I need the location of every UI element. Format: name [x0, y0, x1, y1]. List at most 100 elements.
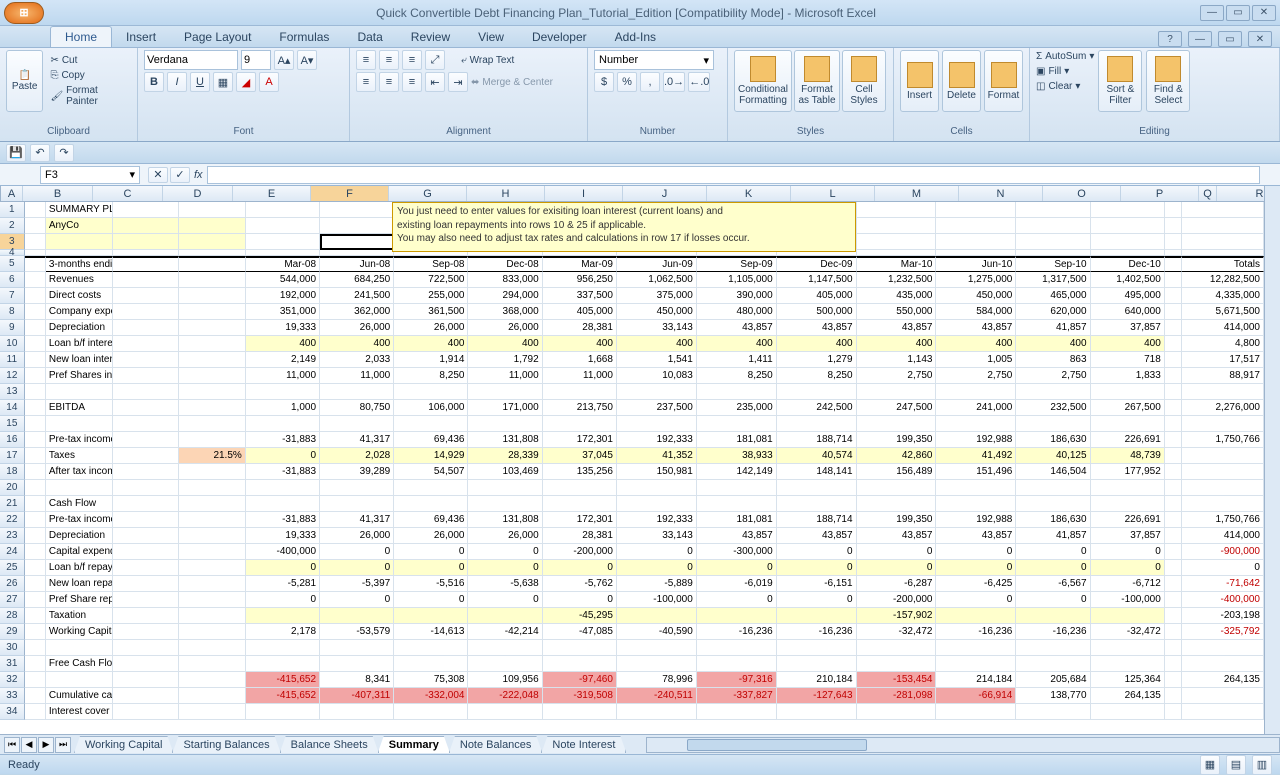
cell[interactable]: 109,956 — [468, 672, 542, 688]
cell[interactable] — [246, 656, 320, 672]
cell[interactable]: 26,000 — [394, 528, 468, 544]
cell[interactable] — [617, 416, 697, 432]
align-right-button[interactable]: ≡ — [402, 72, 422, 92]
cell[interactable]: Depreciation — [46, 320, 113, 336]
cell[interactable]: 192,988 — [936, 432, 1016, 448]
orientation-button[interactable]: ⤢ — [425, 50, 445, 70]
cell[interactable]: -900,000 — [1182, 544, 1264, 560]
restore-button[interactable]: ▭ — [1226, 5, 1250, 21]
cell[interactable]: New loan repayments — [46, 576, 113, 592]
cell[interactable] — [179, 304, 246, 320]
row-header[interactable]: 24 — [0, 544, 25, 560]
cell[interactable]: 0 — [1091, 560, 1165, 576]
sheet-tab[interactable]: Note Interest — [541, 736, 626, 753]
cell[interactable]: 12,282,500 — [1182, 272, 1264, 288]
cell[interactable]: -97,460 — [543, 672, 617, 688]
cell[interactable]: 150,981 — [617, 464, 697, 480]
cell[interactable] — [1165, 288, 1182, 304]
cell[interactable] — [394, 640, 468, 656]
tab-review[interactable]: Review — [397, 27, 464, 47]
cell[interactable]: 0 — [936, 544, 1016, 560]
sheet-tab[interactable]: Balance Sheets — [280, 736, 379, 753]
cell[interactable]: 213,750 — [543, 400, 617, 416]
row-header[interactable]: 32 — [0, 672, 25, 688]
cell[interactable]: 188,714 — [777, 432, 857, 448]
redo-icon[interactable]: ↷ — [54, 144, 74, 162]
cell[interactable] — [25, 624, 46, 640]
horizontal-scrollbar[interactable] — [646, 737, 1280, 753]
cell[interactable] — [1016, 202, 1090, 218]
cell[interactable] — [246, 384, 320, 400]
cell[interactable] — [1016, 218, 1090, 234]
cell[interactable]: -319,508 — [543, 688, 617, 704]
cell[interactable]: 43,857 — [857, 528, 937, 544]
cell[interactable]: 722,500 — [394, 272, 468, 288]
cell[interactable]: 400 — [697, 336, 777, 352]
cell[interactable] — [1165, 576, 1182, 592]
cell[interactable] — [936, 496, 1016, 512]
cell[interactable]: 19,333 — [246, 320, 320, 336]
tab-home[interactable]: Home — [50, 26, 112, 47]
row-header[interactable]: 15 — [0, 416, 25, 432]
cell[interactable] — [394, 704, 468, 720]
cell[interactable]: 2,750 — [1016, 368, 1090, 384]
cell[interactable] — [25, 576, 46, 592]
ribbon-close-button[interactable]: ✕ — [1248, 31, 1272, 47]
cell[interactable] — [468, 608, 542, 624]
cell[interactable]: 0 — [777, 592, 857, 608]
cell[interactable]: 0 — [777, 560, 857, 576]
cell[interactable]: 0 — [543, 592, 617, 608]
cell[interactable] — [1182, 688, 1264, 704]
cell[interactable]: 0 — [936, 560, 1016, 576]
cell[interactable] — [394, 496, 468, 512]
cell[interactable]: 80,750 — [320, 400, 394, 416]
column-header-D[interactable]: D — [163, 186, 233, 201]
column-header-R[interactable]: R — [1217, 186, 1264, 201]
cell[interactable]: 1,232,500 — [857, 272, 937, 288]
cell[interactable]: 33,143 — [617, 320, 697, 336]
cell[interactable] — [179, 400, 246, 416]
cell[interactable]: 1,279 — [777, 352, 857, 368]
cell[interactable] — [394, 416, 468, 432]
cell[interactable] — [1165, 592, 1182, 608]
cell[interactable] — [46, 640, 113, 656]
cell[interactable]: 54,507 — [394, 464, 468, 480]
cell[interactable]: 235,000 — [697, 400, 777, 416]
cell[interactable] — [25, 528, 46, 544]
cell[interactable]: 199,350 — [857, 432, 937, 448]
cell[interactable]: 1,005 — [936, 352, 1016, 368]
cell[interactable] — [857, 640, 937, 656]
column-header-O[interactable]: O — [1043, 186, 1121, 201]
row-header[interactable]: 18 — [0, 464, 25, 480]
sheet-tab[interactable]: Starting Balances — [172, 736, 280, 753]
cell[interactable] — [468, 384, 542, 400]
cell[interactable] — [697, 480, 777, 496]
cell[interactable] — [113, 304, 180, 320]
cell[interactable] — [777, 384, 857, 400]
cell[interactable] — [179, 218, 246, 234]
tab-formulas[interactable]: Formulas — [265, 27, 343, 47]
bold-button[interactable]: B — [144, 72, 164, 92]
cell[interactable] — [246, 202, 320, 218]
cell[interactable] — [1165, 560, 1182, 576]
cell[interactable]: 0 — [320, 592, 394, 608]
cell[interactable]: -5,638 — [468, 576, 542, 592]
cell[interactable] — [113, 272, 180, 288]
cell[interactable] — [46, 384, 113, 400]
cell[interactable] — [320, 496, 394, 512]
cell[interactable]: 0 — [1091, 544, 1165, 560]
cell[interactable] — [617, 608, 697, 624]
cell[interactable] — [46, 416, 113, 432]
fx-icon[interactable]: fx — [194, 169, 203, 181]
cell[interactable] — [1165, 256, 1182, 272]
cell[interactable]: 11,000 — [468, 368, 542, 384]
cell[interactable] — [179, 464, 246, 480]
cell[interactable] — [113, 608, 180, 624]
cell[interactable]: -31,883 — [246, 464, 320, 480]
cell[interactable] — [1165, 320, 1182, 336]
cancel-formula-icon[interactable]: ✕ — [148, 167, 168, 183]
cell[interactable]: 172,301 — [543, 512, 617, 528]
cell[interactable]: 0 — [246, 592, 320, 608]
cell[interactable] — [25, 202, 46, 218]
cell[interactable] — [1091, 608, 1165, 624]
